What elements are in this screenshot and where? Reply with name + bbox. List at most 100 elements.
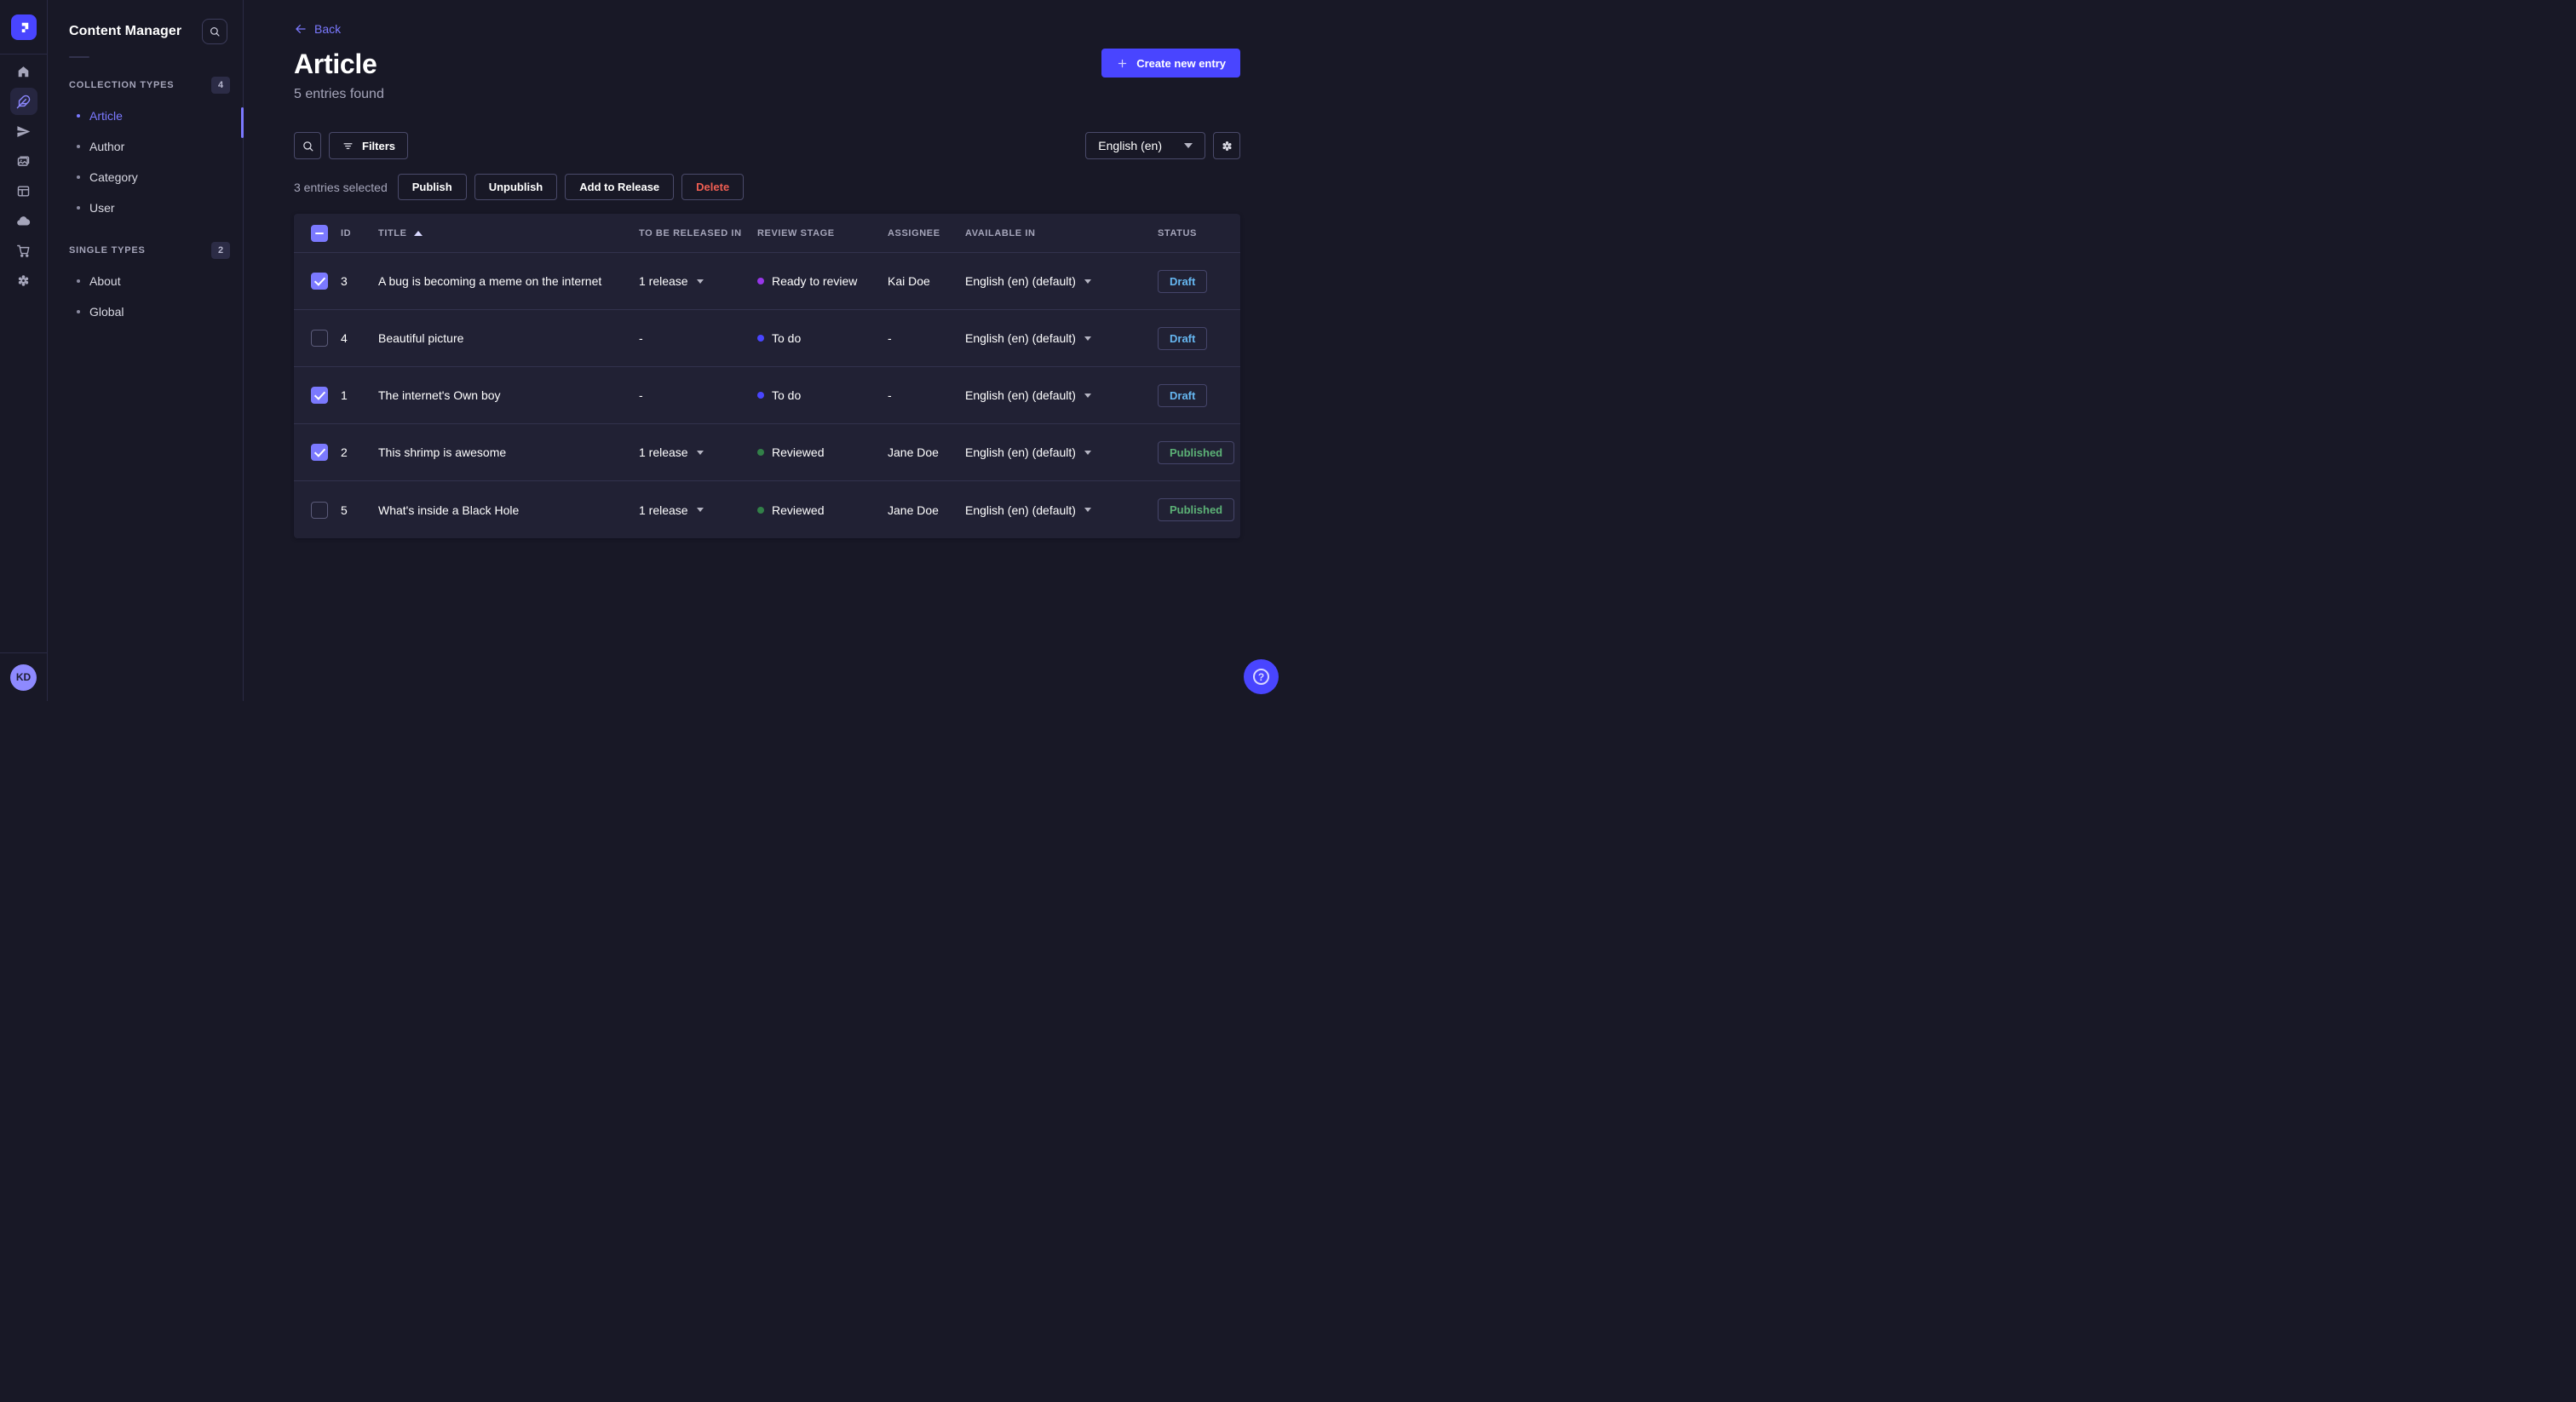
filters-label: Filters xyxy=(362,139,396,152)
sidebar-item-label: Global xyxy=(89,305,124,319)
row-checkbox[interactable] xyxy=(311,330,328,347)
cloud-icon[interactable] xyxy=(10,207,37,234)
publish-button[interactable]: Publish xyxy=(397,174,467,200)
content-type-builder-icon[interactable] xyxy=(10,177,37,204)
row-release[interactable]: - xyxy=(639,331,757,345)
marketplace-cart-icon[interactable] xyxy=(10,237,37,264)
row-title[interactable]: The internet's Own boy xyxy=(378,388,639,402)
settings-gear-icon[interactable] xyxy=(10,267,37,294)
logo-section xyxy=(0,0,47,55)
bullet-icon xyxy=(77,279,80,283)
filter-icon xyxy=(343,142,353,149)
row-locale[interactable]: English (en) (default) xyxy=(965,331,1158,345)
column-header-status[interactable]: STATUS xyxy=(1158,228,1240,238)
row-release[interactable]: - xyxy=(639,388,757,402)
row-locale[interactable]: English (en) (default) xyxy=(965,503,1158,517)
search-button[interactable] xyxy=(294,132,321,159)
chevron-down-icon[interactable] xyxy=(1084,508,1091,512)
table-row[interactable]: 4 Beautiful picture - To do - English (e… xyxy=(294,310,1240,367)
row-checkbox[interactable] xyxy=(311,501,328,519)
row-review-stage: To do xyxy=(757,331,888,345)
filters-button[interactable]: Filters xyxy=(329,132,409,159)
table-row[interactable]: 5 What's inside a Black Hole 1 release R… xyxy=(294,481,1240,538)
sidebar-item-article[interactable]: Article xyxy=(48,101,243,131)
locale-select[interactable]: English (en) xyxy=(1085,132,1205,159)
chevron-down-icon xyxy=(1184,143,1193,148)
column-header-id[interactable]: ID xyxy=(341,228,378,238)
gear-icon xyxy=(1222,141,1231,151)
sidebar-item-author[interactable]: Author xyxy=(48,131,243,162)
row-checkbox[interactable] xyxy=(311,273,328,290)
row-locale[interactable]: English (en) (default) xyxy=(965,445,1158,459)
chevron-down-icon[interactable] xyxy=(696,508,704,512)
help-button[interactable] xyxy=(1244,659,1279,694)
sidebar-search-button[interactable] xyxy=(202,19,227,44)
row-release[interactable]: 1 release xyxy=(639,503,757,517)
select-all-checkbox[interactable] xyxy=(311,224,328,242)
delete-button[interactable]: Delete xyxy=(681,174,745,200)
sidebar-item-category[interactable]: Category xyxy=(48,162,243,192)
search-icon xyxy=(302,141,313,151)
sidebar-item-label: Category xyxy=(89,170,138,184)
view-settings-button[interactable] xyxy=(1213,132,1240,159)
chevron-down-icon[interactable] xyxy=(1084,279,1091,284)
back-link[interactable]: Back xyxy=(294,22,341,36)
table-row[interactable]: 3 A bug is becoming a meme on the intern… xyxy=(294,253,1240,310)
add-to-release-button[interactable]: Add to Release xyxy=(565,174,675,200)
row-checkbox[interactable] xyxy=(311,387,328,404)
unpublish-button[interactable]: Unpublish xyxy=(474,174,558,200)
create-new-entry-button[interactable]: Create new entry xyxy=(1101,49,1240,78)
content-manager-feather-icon[interactable] xyxy=(9,88,37,115)
table-row[interactable]: 2 This shrimp is awesome 1 release Revie… xyxy=(294,424,1240,481)
collection-types-section-header: COLLECTION TYPES 4 xyxy=(69,77,230,94)
chevron-down-icon[interactable] xyxy=(1084,450,1091,455)
row-title[interactable]: This shrimp is awesome xyxy=(378,445,639,459)
locale-value: English (en) xyxy=(1098,139,1162,152)
column-header-release[interactable]: TO BE RELEASED IN xyxy=(639,228,757,238)
chevron-down-icon[interactable] xyxy=(1084,393,1091,398)
row-locale[interactable]: English (en) (default) xyxy=(965,274,1158,288)
chevron-down-icon[interactable] xyxy=(1084,336,1091,341)
sidebar-item-about[interactable]: About xyxy=(48,266,243,296)
back-label: Back xyxy=(314,22,342,36)
table-row[interactable]: 1 The internet's Own boy - To do - Engli… xyxy=(294,367,1240,424)
strapi-logo[interactable] xyxy=(10,14,37,40)
chevron-down-icon[interactable] xyxy=(696,279,704,284)
search-icon xyxy=(210,27,220,37)
entries-table: ID TITLE TO BE RELEASED IN REVIEW STAGE … xyxy=(294,214,1240,538)
chevron-down-icon[interactable] xyxy=(696,450,704,455)
status-badge: Draft xyxy=(1158,326,1208,350)
selection-actions-row: 3 entries selected Publish Unpublish Add… xyxy=(294,174,1240,200)
bullet-icon xyxy=(77,175,80,179)
section-label: COLLECTION TYPES xyxy=(69,80,175,90)
row-review-stage: Reviewed xyxy=(757,445,888,459)
row-release[interactable]: 1 release xyxy=(639,274,757,288)
row-checkbox[interactable] xyxy=(311,444,328,461)
column-header-available-in[interactable]: AVAILABLE IN xyxy=(965,228,1158,238)
paper-plane-icon[interactable] xyxy=(10,118,37,145)
sidebar-item-user[interactable]: User xyxy=(48,192,243,223)
page-title: Article xyxy=(294,49,377,79)
toolbar-right: English (en) xyxy=(1085,132,1240,159)
table-header-row: ID TITLE TO BE RELEASED IN REVIEW STAGE … xyxy=(294,214,1240,253)
row-review-stage: To do xyxy=(757,388,888,402)
sidebar-item-global[interactable]: Global xyxy=(48,296,243,327)
bullet-icon xyxy=(77,114,80,118)
main-area: Back Article 5 entries found Create new … xyxy=(244,0,1288,701)
stage-dot-icon xyxy=(757,506,764,514)
column-header-assignee[interactable]: ASSIGNEE xyxy=(888,228,965,238)
sidebar-divider xyxy=(69,56,89,58)
row-title[interactable]: Beautiful picture xyxy=(378,331,639,345)
avatar[interactable]: KD xyxy=(10,664,37,691)
bullet-icon xyxy=(77,310,80,313)
row-locale[interactable]: English (en) (default) xyxy=(965,388,1158,402)
column-header-review-stage[interactable]: REVIEW STAGE xyxy=(757,228,888,238)
row-title[interactable]: A bug is becoming a meme on the internet xyxy=(378,274,639,288)
row-release[interactable]: 1 release xyxy=(639,445,757,459)
row-title[interactable]: What's inside a Black Hole xyxy=(378,503,639,517)
home-icon[interactable] xyxy=(10,58,37,85)
column-header-title[interactable]: TITLE xyxy=(378,228,639,238)
row-assignee: - xyxy=(888,388,892,402)
selection-count-text: 3 entries selected xyxy=(294,180,388,194)
media-library-icon[interactable] xyxy=(10,147,37,175)
